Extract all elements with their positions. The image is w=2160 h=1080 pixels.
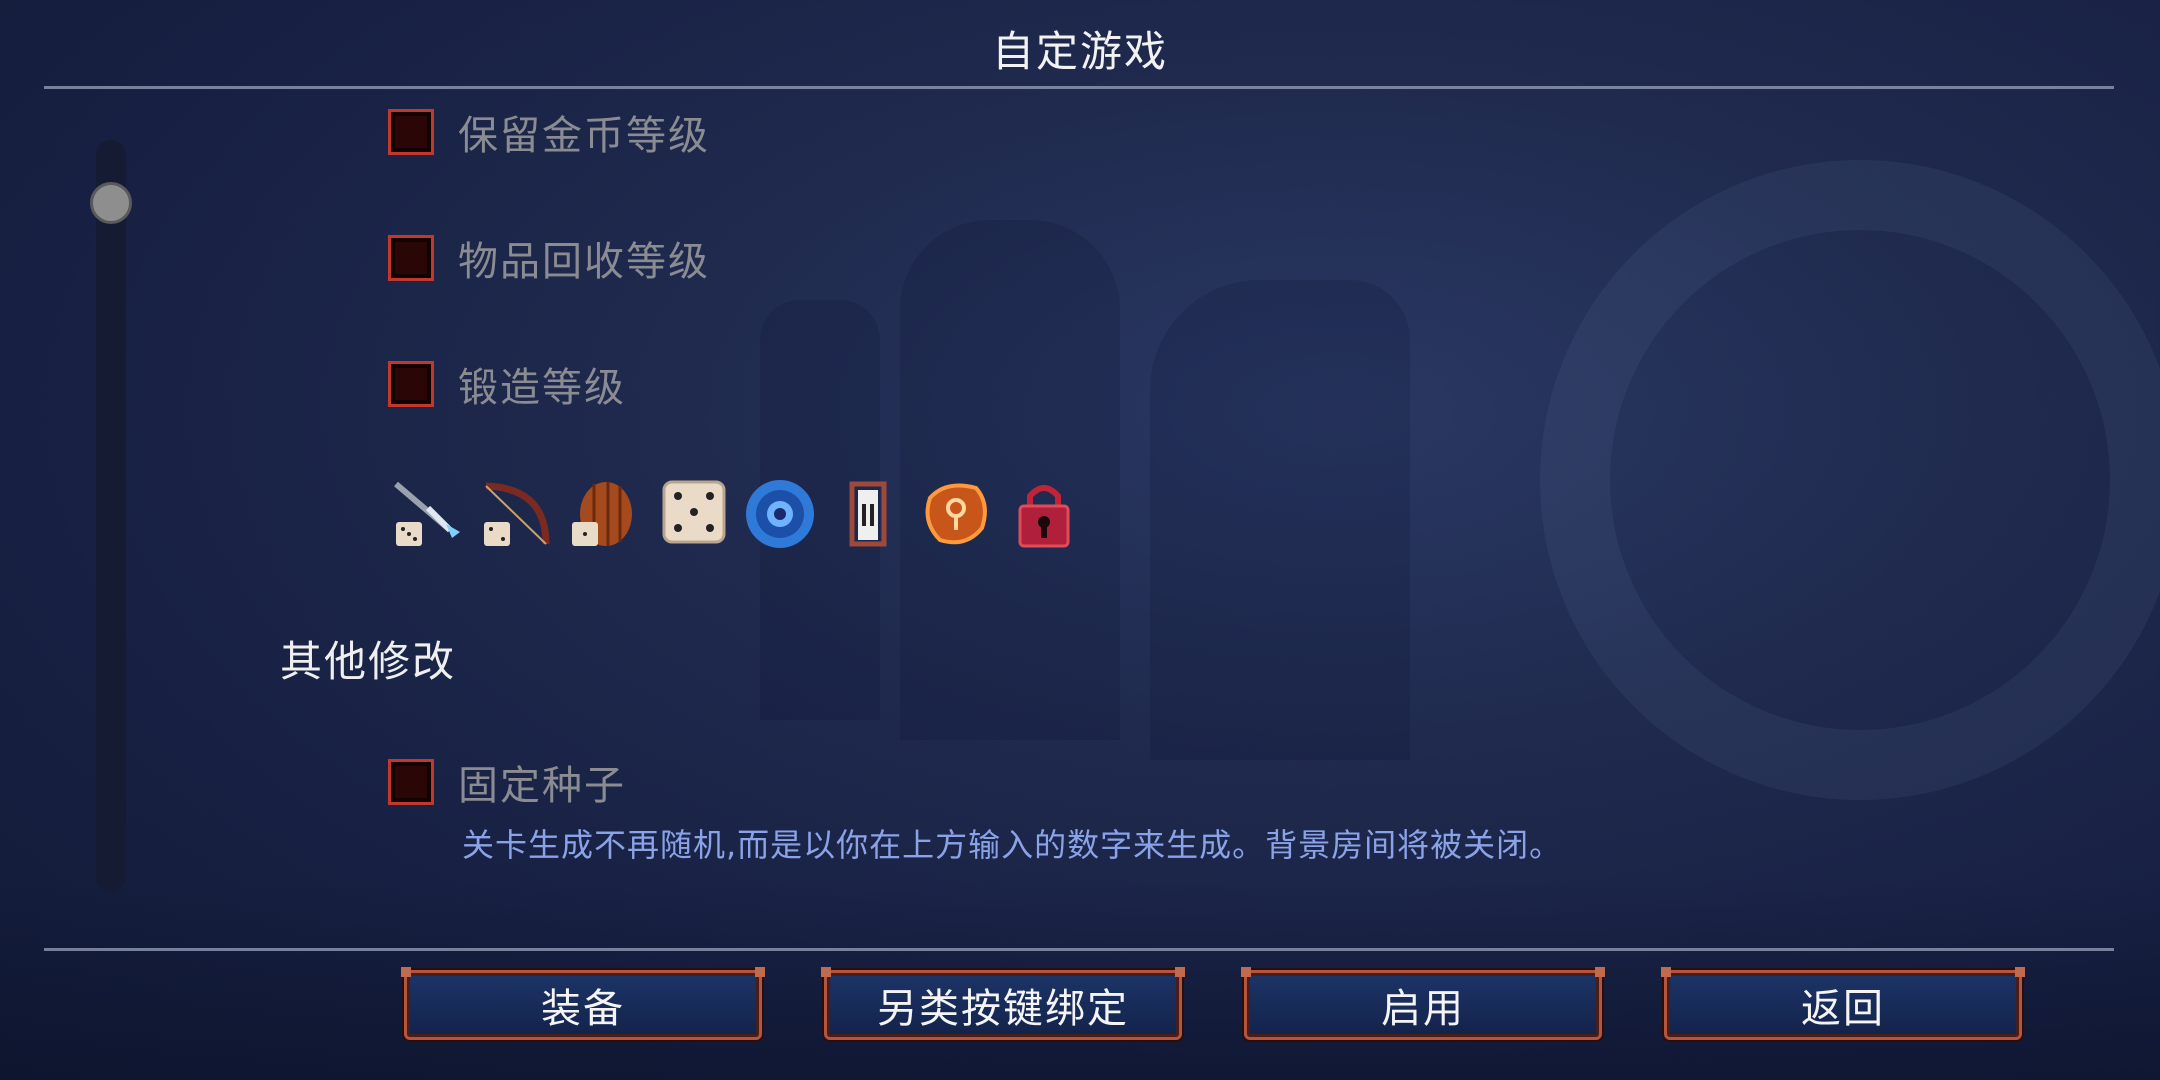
option-label: 保留金币等级 (458, 113, 710, 159)
option-fixed-seed[interactable]: 固定种子 (388, 756, 626, 809)
option-forge-level[interactable]: 锻造等级 (388, 358, 626, 411)
blue-rune-orb-icon[interactable] (740, 478, 828, 550)
fixed-seed-description: 关卡生成不再随机,而是以你在上方输入的数字来生成。背景房间将被关闭。 (462, 826, 1563, 864)
option-label: 锻造等级 (458, 365, 626, 411)
dice-icon[interactable] (652, 478, 740, 550)
keep-gold-level-checkbox[interactable] (388, 109, 434, 155)
option-label: 物品回收等级 (458, 239, 710, 285)
page-title: 自定游戏 (991, 27, 1168, 76)
bow-dice-icon[interactable] (476, 478, 564, 550)
other-modifications-heading: 其他修改 (280, 637, 457, 686)
header-divider (44, 86, 2114, 89)
back-button[interactable]: 返回 (1661, 967, 2025, 1040)
scrollbar-track[interactable] (96, 140, 126, 892)
scrollbar-thumb[interactable] (90, 182, 132, 224)
option-label: 固定种子 (458, 763, 626, 809)
red-padlock-icon[interactable] (1004, 478, 1092, 550)
enable-button[interactable]: 启用 (1241, 967, 1605, 1040)
option-item-recycle-level[interactable]: 物品回收等级 (388, 232, 710, 285)
door-frame-icon[interactable] (828, 478, 916, 550)
randomizer-icon-row (388, 478, 1092, 550)
background-moon (1540, 160, 2160, 800)
forge-level-checkbox[interactable] (388, 361, 434, 407)
orange-rune-stone-icon[interactable] (916, 478, 1004, 550)
fixed-seed-checkbox[interactable] (388, 759, 434, 805)
shield-dice-icon[interactable] (564, 478, 652, 550)
item-recycle-level-checkbox[interactable] (388, 235, 434, 281)
option-keep-gold-level[interactable]: 保留金币等级 (388, 106, 710, 159)
equip-button[interactable]: 装备 (401, 967, 765, 1040)
background-castle-tower (1150, 280, 1410, 760)
footer-divider (44, 948, 2114, 951)
dagger-dice-icon[interactable] (388, 478, 476, 550)
alt-bindings-button[interactable]: 另类按键绑定 (821, 967, 1185, 1040)
